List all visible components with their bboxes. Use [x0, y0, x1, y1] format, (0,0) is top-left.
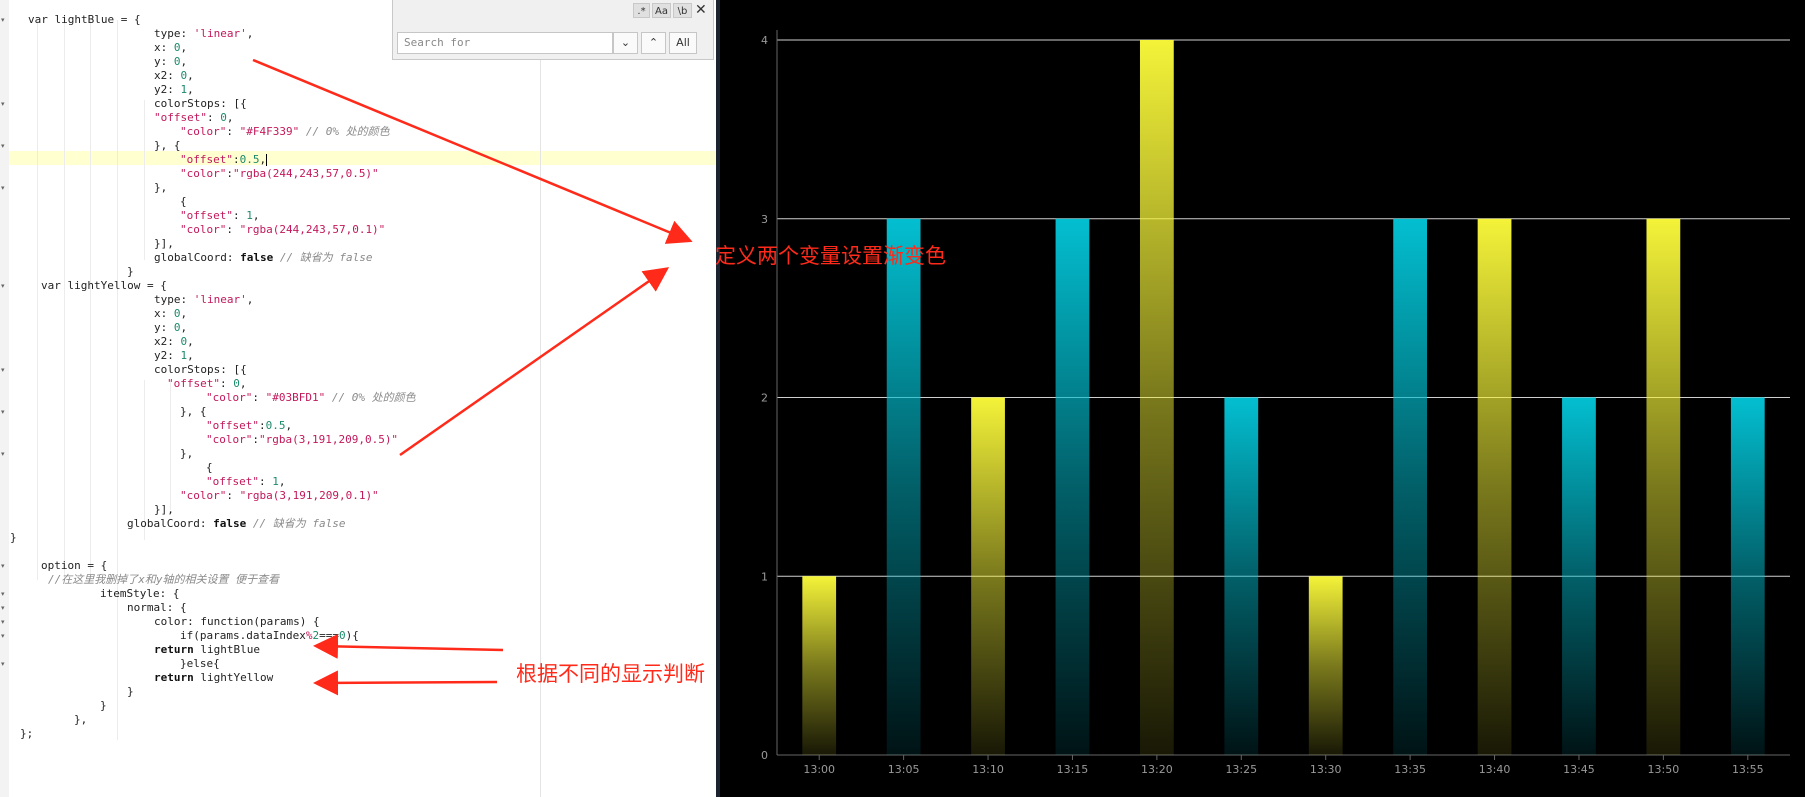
annotation-arrows — [252, 58, 693, 696]
arrow-to-gradient-note-lower — [399, 267, 670, 457]
arrow-to-gradient-note-upper — [252, 58, 693, 244]
arrow-to-return-lightyellow — [313, 670, 498, 696]
logic-annotation-text: 根据不同的显示判断 — [516, 662, 705, 686]
arrow-to-return-lightblue — [313, 633, 504, 659]
gradient-annotation-text: 定义两个变量设置渐变色 — [715, 244, 946, 268]
